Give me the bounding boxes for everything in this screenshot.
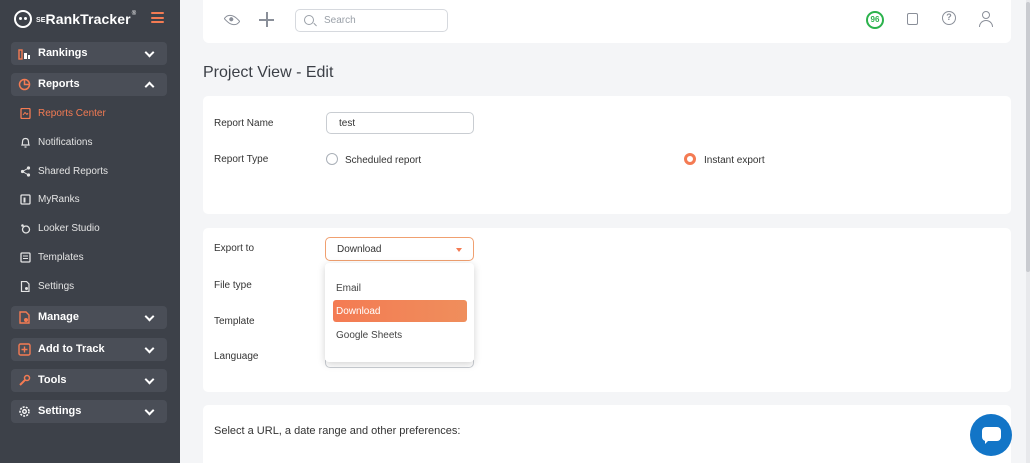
export-to-select[interactable]: Download <box>325 237 474 261</box>
report-name-label: Report Name <box>214 118 274 129</box>
add-box-icon <box>18 343 31 356</box>
export-to-dropdown: Email Download Google Sheets <box>325 263 474 362</box>
score-badge[interactable]: 96 <box>866 11 884 29</box>
export-to-label: Export to <box>214 243 255 254</box>
dropdown-option-google-sheets[interactable]: Google Sheets <box>333 324 467 346</box>
logo-reg: ® <box>131 11 137 17</box>
bell-icon <box>21 137 30 148</box>
sidebar-item-templates[interactable]: Templates <box>20 249 170 267</box>
radio-instant-export[interactable] <box>684 153 696 165</box>
template-icon <box>20 252 31 263</box>
scrollbar-thumb[interactable] <box>1026 2 1030 272</box>
search-box[interactable] <box>295 9 448 32</box>
sidebar-group-label: Settings <box>38 405 82 417</box>
looker-icon <box>21 224 31 234</box>
hamburger-menu-icon[interactable] <box>151 12 164 23</box>
chat-icon <box>982 427 1001 444</box>
user-icon[interactable] <box>978 11 993 27</box>
radio-scheduled-report[interactable] <box>326 153 338 165</box>
pie-chart-icon <box>18 78 31 91</box>
sidebar-item-label: Shared Reports <box>38 166 109 177</box>
plus-icon[interactable] <box>259 12 274 27</box>
dropdown-option-email[interactable]: Email <box>333 277 467 299</box>
sidebar-group-label: Manage <box>38 311 79 323</box>
sidebar-item-label: Templates <box>38 252 84 263</box>
sidebar-group-label: Tools <box>38 374 67 386</box>
sidebar-item-myranks[interactable]: MyRanks <box>20 191 170 209</box>
chevron-up-icon <box>144 81 155 92</box>
sidebar-item-label: Notifications <box>38 137 93 148</box>
sidebar-item-reports-center[interactable]: Reports Center <box>20 105 170 123</box>
radio-instant-label: Instant export <box>704 155 765 166</box>
page-scrollbar[interactable] <box>1026 0 1030 463</box>
manage-icon <box>19 311 30 324</box>
flag-icon[interactable] <box>907 13 918 25</box>
chevron-down-icon <box>144 343 155 354</box>
export-to-value: Download <box>337 244 382 255</box>
share-icon <box>20 166 31 177</box>
report-type-label: Report Type <box>214 154 269 165</box>
sidebar-group-tools[interactable]: Tools <box>11 369 167 392</box>
sidebar-group-add-to-track[interactable]: Add to Track <box>11 338 167 361</box>
language-label: Language <box>214 351 259 362</box>
chevron-down-icon <box>144 47 155 58</box>
bar-chart-icon <box>18 49 30 60</box>
logo-name: RankTracker <box>45 11 131 27</box>
help-icon[interactable]: ? <box>942 11 956 25</box>
sidebar-group-manage[interactable]: Manage <box>11 306 167 329</box>
chat-button[interactable] <box>970 414 1012 456</box>
report-details-card <box>203 96 1011 214</box>
sidebar: SERankTracker® Rankings Reports Reports … <box>0 0 180 463</box>
sidebar-group-rankings[interactable]: Rankings <box>11 42 167 65</box>
page-title: Project View - Edit <box>203 64 334 81</box>
search-input[interactable] <box>324 13 439 28</box>
caret-down-icon <box>456 248 462 252</box>
chevron-down-icon <box>144 374 155 385</box>
sidebar-group-label: Rankings <box>38 47 88 59</box>
top-bar: 96 ? <box>203 0 1011 43</box>
template-label: Template <box>214 316 255 327</box>
doc-settings-icon <box>20 281 30 292</box>
sidebar-item-notifications[interactable]: Notifications <box>20 134 170 152</box>
sidebar-group-label: Reports <box>38 78 80 90</box>
chevron-down-icon <box>144 311 155 322</box>
report-name-input[interactable]: test <box>326 112 474 134</box>
report-doc-icon <box>20 108 31 119</box>
sidebar-item-label: Looker Studio <box>38 223 100 234</box>
search-icon <box>304 15 314 25</box>
chevron-down-icon <box>144 405 155 416</box>
logo-prefix: SE <box>36 16 46 24</box>
sidebar-group-label: Add to Track <box>38 343 105 355</box>
logo-icon <box>14 10 32 28</box>
sidebar-item-label: Settings <box>38 281 75 292</box>
sidebar-item-shared-reports[interactable]: Shared Reports <box>20 163 170 181</box>
sidebar-item-looker-studio[interactable]: Looker Studio <box>20 220 170 238</box>
dropdown-option-download[interactable]: Download <box>333 300 467 322</box>
gear-icon <box>19 406 30 417</box>
eye-icon[interactable] <box>223 11 241 29</box>
sidebar-item-label: Reports Center <box>38 108 106 119</box>
preferences-title: Select a URL, a date range and other pre… <box>214 425 461 437</box>
sidebar-group-settings[interactable]: Settings <box>11 400 167 423</box>
wrench-icon <box>19 374 31 386</box>
sidebar-item-label: MyRanks <box>38 194 80 205</box>
sidebar-item-report-settings[interactable]: Settings <box>20 278 170 296</box>
myranks-icon <box>20 194 31 205</box>
sidebar-group-reports[interactable]: Reports <box>11 73 167 96</box>
radio-scheduled-label: Scheduled report <box>345 155 422 166</box>
file-type-label: File type <box>214 280 252 291</box>
